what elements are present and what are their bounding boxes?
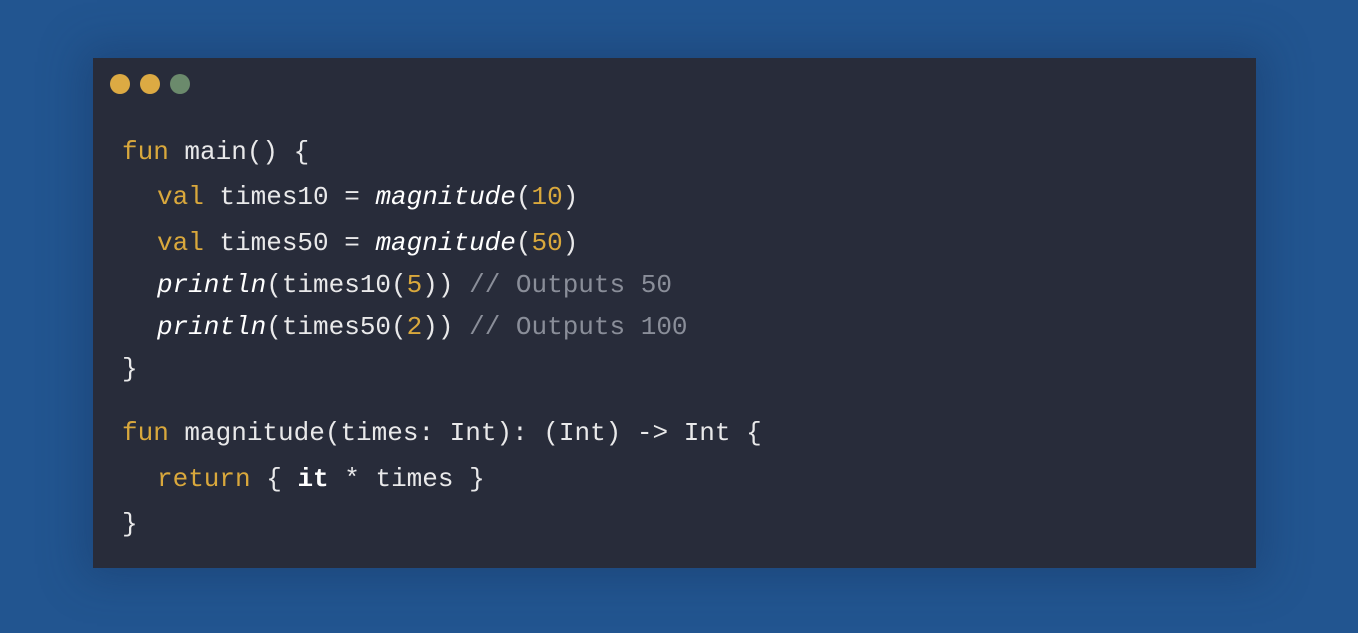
function-call: magnitude — [375, 182, 516, 212]
code-line-8: return { it * times } — [157, 464, 485, 494]
number-literal: 10 — [531, 182, 563, 212]
number-literal: 50 — [531, 228, 563, 258]
code-line-1: fun main() { — [122, 137, 309, 167]
keyword: fun — [122, 418, 169, 448]
closing-brace: } — [122, 509, 138, 539]
paren-close: ) — [562, 228, 579, 258]
code-comment: // Outputs 100 — [453, 312, 688, 342]
keyword: val — [157, 228, 204, 258]
paren-close: )) — [422, 270, 454, 300]
keyword: val — [157, 182, 204, 212]
code-text: magnitude(times: Int): (Int) -> Int { — [168, 418, 762, 448]
number-literal: 2 — [406, 312, 423, 342]
code-text: times50 = — [203, 228, 376, 258]
paren-open: ( — [515, 182, 532, 212]
code-line-2: val times10 = magnitude(10) — [157, 182, 578, 212]
code-comment: // Outputs 50 — [453, 270, 672, 300]
code-line-5: println(times50(2)) // Outputs 100 — [157, 312, 688, 342]
paren-open: ( — [515, 228, 532, 258]
code-block: fun main() { val times10 = magnitude(10)… — [0, 0, 1358, 633]
code-text: (times50( — [266, 312, 407, 342]
code-text: main() { — [168, 137, 310, 167]
function-call: println — [157, 270, 267, 300]
code-line-6: } — [122, 354, 138, 384]
code-text: (times10( — [266, 270, 407, 300]
number-literal: 5 — [406, 270, 423, 300]
keyword: fun — [122, 137, 169, 167]
code-text: { — [250, 464, 298, 494]
code-line-3: val times50 = magnitude(50) — [157, 228, 578, 258]
code-text: * times } — [328, 464, 485, 494]
paren-close: )) — [422, 312, 454, 342]
keyword: return — [157, 464, 251, 494]
function-call: println — [157, 312, 267, 342]
code-line-4: println(times10(5)) // Outputs 50 — [157, 270, 672, 300]
paren-close: ) — [562, 182, 579, 212]
code-line-9: } — [122, 509, 138, 539]
closing-brace: } — [122, 354, 138, 384]
it-keyword: it — [297, 464, 329, 494]
code-text: times10 = — [203, 182, 376, 212]
code-line-7: fun magnitude(times: Int): (Int) -> Int … — [122, 418, 762, 448]
function-call: magnitude — [375, 228, 516, 258]
